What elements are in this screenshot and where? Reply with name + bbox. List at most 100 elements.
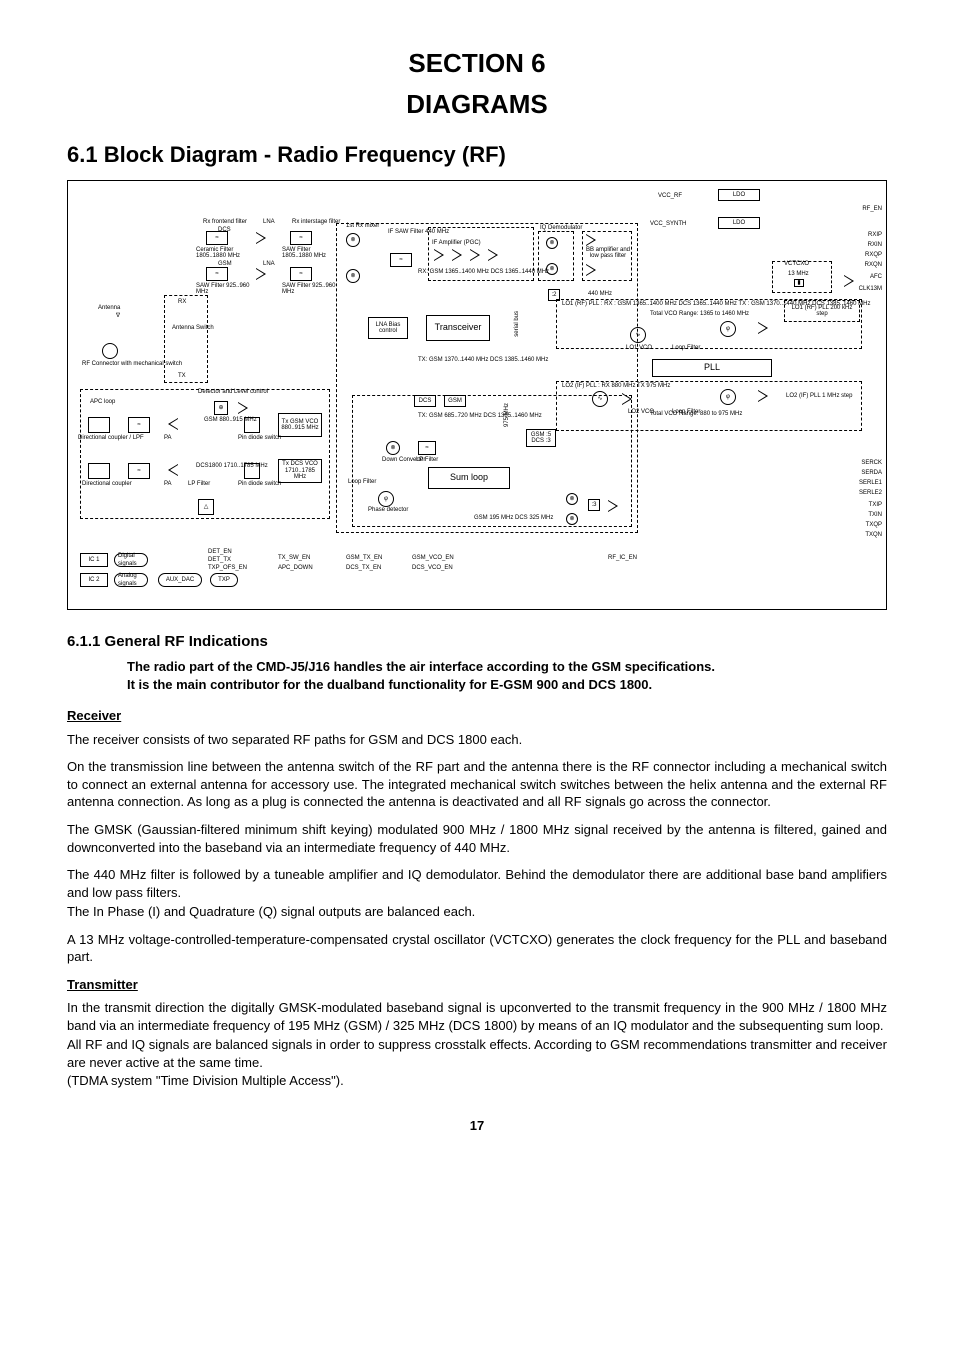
antenna-switch-label: Antenna Switch [172,325,214,331]
sumloop-switch-gsm: GSM [444,395,466,407]
transmitter-heading: Transmitter [67,976,887,994]
if-amp-label: IF Amplifier (PGC) [432,240,481,246]
receiver-heading: Receiver [67,707,887,725]
tx-gsm-vco-box: Tx GSM VCO 880..915 MHz [278,413,322,437]
bb-amp-tri1 [586,234,596,246]
lo1-phi: φ [720,321,736,337]
down-conv-mixer: ⊗ [386,441,400,455]
rf-connector-icon [102,343,118,359]
phase-det-label: Phase detector [368,507,408,513]
afc-label: AFC [870,273,882,281]
if-amp-tri4 [488,249,498,261]
lo2-amp1 [622,393,632,405]
lo2-vco-label: LO2 VCO [628,409,654,415]
vcc-rf-label: VCC_RF [658,193,682,199]
serial-bus-label: serial bus [514,311,520,337]
ceramic-filter-icon: ≈ [206,231,228,245]
receiver-p6: A 13 MHz voltage-controlled-temperature-… [67,931,887,966]
if-amp-tri3 [470,249,480,261]
tx-label: TX [178,373,186,379]
det-icon-triangle: △ [198,499,214,515]
mixer-icon-1: ⊗ [346,233,360,247]
serle1-label: SERLE1 [859,479,882,487]
div3-box: :3 [588,499,600,511]
saw-filter-gsm2-icon: ≈ [290,267,312,281]
lpf-pa-label: LP Filter [188,481,210,487]
rxqp-label: RXQP [865,251,882,259]
transmitter-p2: All RF and IQ signals are balanced signa… [67,1036,887,1071]
mhz13-label: 13 MHz [788,271,809,277]
pa-dcs [168,464,178,476]
if-saw-icon: ≈ [390,253,412,267]
pin-diode-2 [244,463,260,479]
intro-line-1: The radio part of the CMD-J5/J16 handles… [127,658,887,676]
dir-coupler-1-icon [88,417,110,433]
rf-ic-en-label: RF_IC_EN [608,555,637,561]
lna-label-1: LNA [263,219,275,225]
transmitter-p3: (TDMA system "Time Division Multiple Acc… [67,1072,887,1090]
tx-dcs-vco-box: Tx DCS VCO 1710..1785 MHz [278,459,322,483]
gsm-dcs-div-box: GSM :5 DCS :3 [526,429,556,447]
serle2-label: SERLE2 [859,489,882,497]
mixer-icon-2: ⊗ [346,269,360,283]
subsubsection-heading: 6.1.1 General RF Indications [67,632,887,652]
receiver-p2: On the transmission line between the ant… [67,758,887,811]
rxip-label: RXIP [868,231,882,239]
analog-signals-oval: Analog signals [114,573,148,587]
lo2-pll-text: LO2 (IF) PLL : RX 880 MHz TX 975 MHz [562,383,670,389]
ic2-box: IC 2 [80,573,108,587]
rx-freq-label: RX: GSM 1365..1400 MHz DCS 1365..1440 MH… [418,269,549,275]
level-amp [238,402,248,414]
vcc-synth-label: VCC_SYNTH [650,221,686,227]
loop-filter2-label: Loop Filter [672,345,700,351]
ldo-box-2: LDO [718,217,760,229]
ceramic-filter-label: Ceramic Filter 1805..1880 MHz [196,247,251,260]
rxin-label: RXIN [868,241,882,249]
saw-filter-dcs-icon: ≈ [290,231,312,245]
txp-ofs-label: TXP_OFS_EN [208,565,247,571]
serck-label: SERCK [861,459,882,467]
lna-label-2: LNA [263,261,275,267]
pa-label-2: PA [164,481,172,487]
tx-freq-label: TX: GSM 1370..1440 MHz DCS 1385..1460 MH… [418,357,548,363]
rx-frontend-label: Rx frontend filter [203,219,247,225]
dir-coupler-1-label: Directional coupler / LPF [78,435,144,441]
pa-label-1: PA [164,435,172,441]
lo1-vco-label: LO1 VCO [626,345,652,351]
saw-filter-gsm1-label: SAW Filter 925..960 MHz [196,283,251,296]
pin-diode-1 [244,417,260,433]
iq-mixer-i: ⊗ [546,237,558,249]
lo2-if-pll-label: LO2 (IF) PLL 1 MHz step [786,393,852,399]
detector-label: Detector and Level control [198,389,268,395]
lo2-phi: φ [720,389,736,405]
ldo-box-1: LDO [718,189,760,201]
pin-diode-2-label: Pin diode switch [238,481,281,487]
loop-filter3-label: Loop Filter [672,409,700,415]
txin-label: TXIN [868,511,882,519]
section-number: SECTION 6 [67,46,887,81]
lpfilter2-label: LP Filter [416,457,438,463]
dcs-tx-en-label: DCS_TX_EN [346,565,381,571]
txp-oval: TXP [210,573,238,587]
dcs-filter-icon: ≈ [128,463,150,479]
saw-filter-dcs-label: SAW Filter 1805..1880 MHz [282,247,337,260]
txqp-label: TXQP [866,521,882,529]
lna-amp-icon-2 [256,268,266,280]
receiver-p5: The In Phase (I) and Quadrature (Q) sign… [67,903,887,921]
serda-label: SERDA [861,469,882,477]
receiver-p3: The GMSK (Gaussian-filtered minimum shif… [67,821,887,856]
level-ctl-icon: ⊕ [214,401,228,415]
transmitter-p1: In the transmit direction the digitally … [67,999,887,1034]
f975-label: 975 MHz [504,403,510,427]
loop-filter-label: Loop Filter [348,479,376,485]
clk-buffer [844,275,854,287]
rf-en-label: RF_EN [862,205,882,213]
bb-amp-tri2 [586,264,596,276]
receiver-p4: The 440 MHz filter is followed by a tune… [67,866,887,901]
gsm-vco-en-label: GSM_VCO_EN [412,555,454,561]
txiq-amp [608,500,618,512]
page-number: 17 [67,1117,887,1135]
ic1-box: IC 1 [80,553,108,567]
saw-filter-gsm1-icon: ≈ [206,267,228,281]
first-mixer-label: 1st Rx mixer [346,223,379,229]
